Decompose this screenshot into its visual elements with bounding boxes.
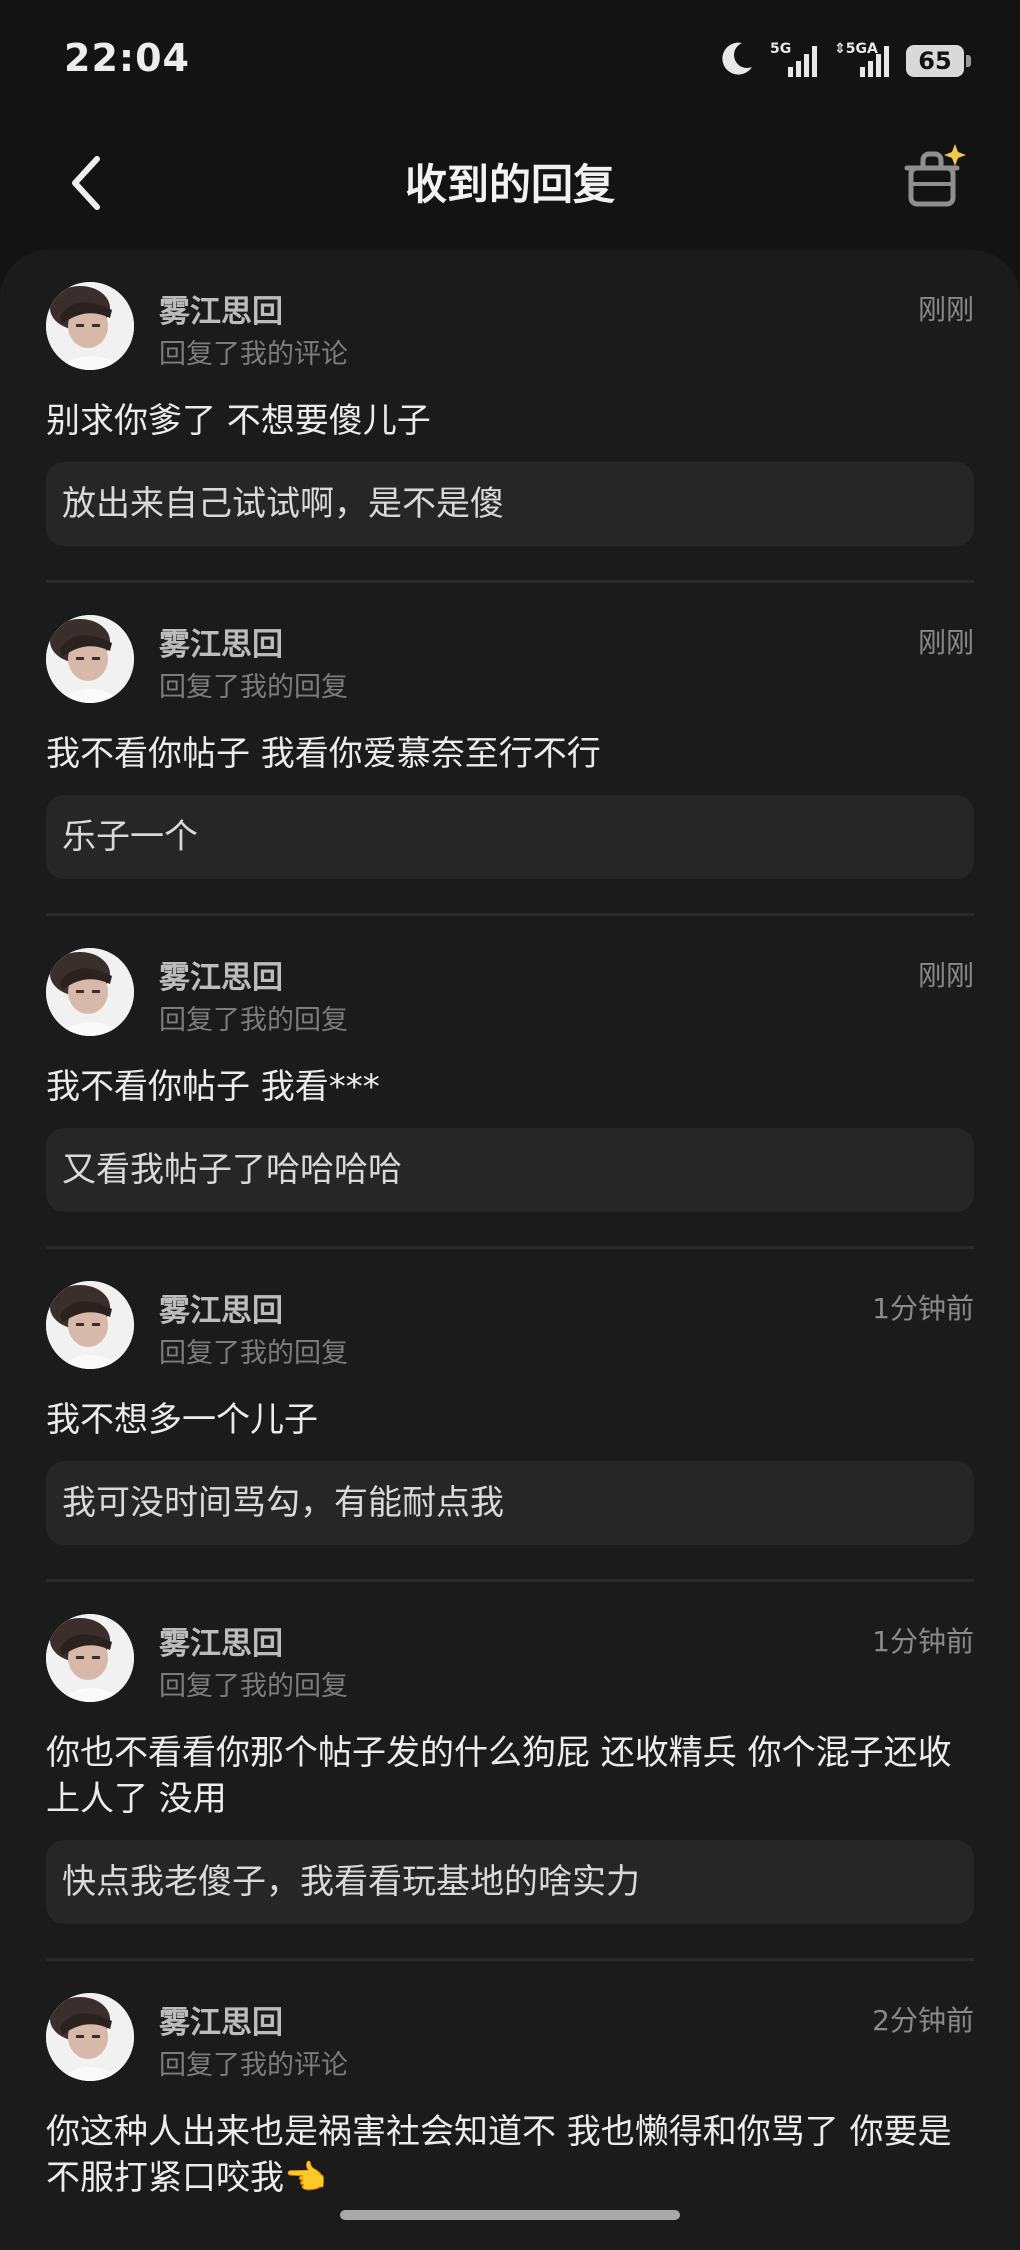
broom-clean-icon bbox=[899, 142, 969, 216]
reply-content[interactable]: 你这种人出来也是祸害社会知道不 我也懒得和你骂了 你要是不服打紧口咬我👈 bbox=[46, 2109, 974, 2201]
reply-content[interactable]: 我不看你帖子 我看*** bbox=[46, 1064, 974, 1110]
reply-time: 刚刚 bbox=[917, 959, 974, 992]
user-name[interactable]: 雾江思回 bbox=[159, 1997, 283, 2042]
reply-item[interactable]: 雾江思回 回复了我的回复 1分钟前 你也不看看你那个帖子发的什么狗屁 还收精兵 … bbox=[46, 1582, 974, 1961]
nav-bar: 收到的回复 bbox=[0, 120, 1020, 250]
user-name[interactable]: 雾江思回 bbox=[159, 1618, 283, 1663]
signal-5ga-icon: ⇕5GA bbox=[834, 39, 892, 83]
quoted-comment[interactable]: 放出来自己试试啊，是不是傻 bbox=[46, 462, 974, 546]
reply-time: 刚刚 bbox=[917, 626, 974, 659]
reply-header: 雾江思回 回复了我的回复 1分钟前 bbox=[46, 1281, 974, 1373]
avatar[interactable] bbox=[46, 1993, 134, 2081]
quoted-comment[interactable]: 我可没时间骂勾，有能耐点我 bbox=[46, 1461, 974, 1545]
user-name[interactable]: 雾江思回 bbox=[159, 619, 283, 664]
battery-icon: 65 bbox=[906, 45, 971, 77]
avatar[interactable] bbox=[46, 1281, 134, 1369]
reply-header: 雾江思回 回复了我的回复 刚刚 bbox=[46, 948, 974, 1040]
user-name[interactable]: 雾江思回 bbox=[159, 1285, 283, 1330]
status-time: 22:04 bbox=[64, 36, 190, 80]
quoted-comment[interactable]: 乐子一个 bbox=[46, 795, 974, 879]
reply-header: 雾江思回 回复了我的评论 2分钟前 bbox=[46, 1993, 974, 2085]
reply-item[interactable]: 雾江思回 回复了我的评论 刚刚 别求你爹了 不想要傻儿子 放出来自己试试啊，是不… bbox=[46, 250, 974, 583]
page-title: 收到的回复 bbox=[404, 160, 615, 209]
avatar[interactable] bbox=[46, 1614, 134, 1702]
avatar[interactable] bbox=[46, 615, 134, 703]
reply-action: 回复了我的回复 bbox=[159, 672, 348, 703]
reply-header: 雾江思回 回复了我的回复 刚刚 bbox=[46, 615, 974, 707]
reply-content[interactable]: 你也不看看你那个帖子发的什么狗屁 还收精兵 你个混子还收上人了 没用 bbox=[46, 1730, 974, 1822]
status-bar: 22:04 5G ⇕5GA 65 bbox=[0, 0, 1020, 120]
signal-5g-icon: 5G bbox=[770, 39, 820, 83]
reply-content[interactable]: 我不想多一个儿子 bbox=[46, 1397, 974, 1443]
reply-time: 1分钟前 bbox=[872, 1292, 974, 1325]
svg-text:5G: 5G bbox=[770, 41, 791, 57]
reply-action: 回复了我的回复 bbox=[159, 1005, 348, 1036]
quoted-comment[interactable]: 快点我老傻子，我看看玩基地的啥实力 bbox=[46, 1840, 974, 1924]
svg-text:⇕5GA: ⇕5GA bbox=[834, 41, 878, 57]
reply-action: 回复了我的回复 bbox=[159, 1338, 348, 1369]
reply-time: 2分钟前 bbox=[872, 2004, 974, 2037]
status-icons: 5G ⇕5GA 65 bbox=[716, 38, 971, 84]
reply-list: 雾江思回 回复了我的评论 刚刚 别求你爹了 不想要傻儿子 放出来自己试试啊，是不… bbox=[0, 250, 1020, 2250]
reply-item[interactable]: 雾江思回 回复了我的回复 刚刚 我不看你帖子 我看你爱慕奈至行不行 乐子一个 bbox=[46, 583, 974, 916]
reply-item[interactable]: 雾江思回 回复了我的回复 1分钟前 我不想多一个儿子 我可没时间骂勾，有能耐点我 bbox=[46, 1249, 974, 1582]
quoted-comment[interactable]: 又看我帖子了哈哈哈哈 bbox=[46, 1128, 974, 1212]
reply-action: 回复了我的回复 bbox=[159, 1671, 348, 1702]
reply-item[interactable]: 雾江思回 回复了我的评论 2分钟前 你这种人出来也是祸害社会知道不 我也懒得和你… bbox=[46, 1961, 974, 2235]
home-indicator[interactable] bbox=[340, 2210, 680, 2220]
reply-content[interactable]: 我不看你帖子 我看你爱慕奈至行不行 bbox=[46, 731, 974, 777]
reply-content[interactable]: 别求你爹了 不想要傻儿子 bbox=[46, 398, 974, 444]
reply-action: 回复了我的评论 bbox=[159, 2050, 348, 2081]
user-name[interactable]: 雾江思回 bbox=[159, 952, 283, 997]
reply-header: 雾江思回 回复了我的回复 1分钟前 bbox=[46, 1614, 974, 1706]
user-name[interactable]: 雾江思回 bbox=[159, 286, 283, 331]
avatar[interactable] bbox=[46, 282, 134, 370]
clear-read-button[interactable] bbox=[894, 134, 974, 224]
moon-icon bbox=[716, 39, 756, 83]
avatar[interactable] bbox=[46, 948, 134, 1036]
reply-time: 1分钟前 bbox=[872, 1625, 974, 1658]
reply-header: 雾江思回 回复了我的评论 刚刚 bbox=[46, 282, 974, 374]
reply-time: 刚刚 bbox=[917, 293, 974, 326]
reply-action: 回复了我的评论 bbox=[159, 339, 348, 370]
battery-level: 65 bbox=[918, 47, 952, 75]
reply-item[interactable]: 雾江思回 回复了我的回复 刚刚 我不看你帖子 我看*** 又看我帖子了哈哈哈哈 bbox=[46, 916, 974, 1249]
